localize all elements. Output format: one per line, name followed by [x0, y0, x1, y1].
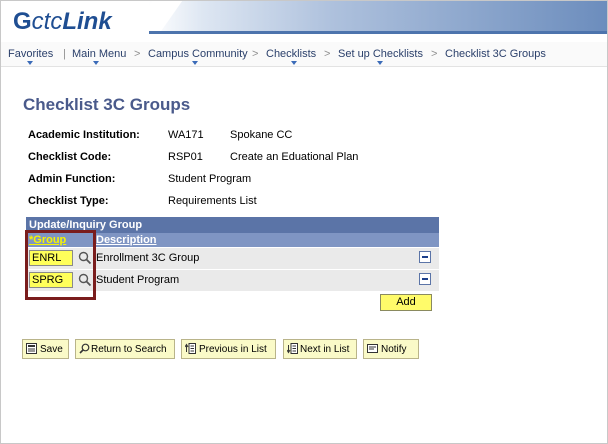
- header: GctcLink: [1, 1, 607, 41]
- nav-favorites[interactable]: Favorites: [8, 48, 53, 60]
- main-menu-dropdown-icon[interactable]: [93, 61, 99, 65]
- group-description: Enrollment 3C Group: [96, 252, 200, 264]
- ctclink-logo: GctcLink: [13, 8, 112, 36]
- page-title: Checklist 3C Groups: [23, 95, 191, 114]
- nav-checklists[interactable]: Checklists: [266, 48, 316, 60]
- return-to-search-label: Return to Search: [91, 344, 167, 355]
- save-icon: [26, 343, 37, 354]
- nav-separator: >: [324, 48, 331, 60]
- nav-set-up-checklists[interactable]: Set up Checklists: [338, 48, 423, 60]
- return-to-search-button[interactable]: Return to Search: [75, 339, 175, 359]
- nav-campus-community[interactable]: Campus Community: [148, 48, 248, 60]
- group-description: Student Program: [96, 274, 180, 286]
- nav-separator: >: [431, 48, 438, 60]
- checklist-code-label: Checklist Code:: [28, 151, 112, 163]
- nav-separator: >: [134, 48, 141, 60]
- app-window: GctcLink Favorites | Main Menu > Campus …: [0, 0, 608, 444]
- campus-community-dropdown-icon[interactable]: [192, 61, 198, 65]
- notify-icon: [367, 344, 378, 353]
- header-banner: [149, 1, 607, 33]
- delete-row-icon[interactable]: [419, 273, 431, 285]
- column-description-header[interactable]: Description: [96, 234, 157, 246]
- notify-button[interactable]: Notify: [363, 339, 419, 359]
- save-label: Save: [40, 344, 63, 355]
- admin-function-label: Admin Function:: [28, 173, 116, 185]
- header-stripe: [149, 31, 607, 34]
- save-button[interactable]: Save: [22, 339, 69, 359]
- callout-highlight: [25, 230, 96, 300]
- breadcrumb: Favorites | Main Menu > Campus Community…: [1, 42, 607, 67]
- set-up-checklists-dropdown-icon[interactable]: [377, 61, 383, 65]
- checklist-code: RSP01: [168, 151, 203, 163]
- next-in-list-label: Next in List: [300, 344, 350, 355]
- nav-main-menu[interactable]: Main Menu: [72, 48, 126, 60]
- checklists-dropdown-icon[interactable]: [291, 61, 297, 65]
- previous-in-list-label: Previous in List: [199, 344, 267, 355]
- next-list-icon: [287, 343, 298, 354]
- institution-label: Academic Institution:: [28, 129, 140, 141]
- logo-prefix: ctc: [31, 8, 63, 35]
- nav-separator: >: [252, 48, 259, 60]
- checklist-type-value: Requirements List: [168, 195, 257, 207]
- admin-function-value: Student Program: [168, 173, 252, 185]
- institution-name: Spokane CC: [230, 129, 293, 141]
- logo-suffix: Link: [62, 8, 112, 35]
- add-button[interactable]: Add: [380, 294, 432, 311]
- institution-code: WA171: [168, 129, 204, 141]
- next-in-list-button[interactable]: Next in List: [283, 339, 357, 359]
- search-icon: [79, 343, 90, 354]
- previous-list-icon: [185, 343, 196, 354]
- nav-divider: |: [63, 48, 66, 60]
- nav-current-page: Checklist 3C Groups: [445, 48, 546, 60]
- favorites-dropdown-icon[interactable]: [27, 61, 33, 65]
- checklist-type-label: Checklist Type:: [28, 195, 109, 207]
- delete-row-icon[interactable]: [419, 251, 431, 263]
- notify-label: Notify: [381, 344, 407, 355]
- checklist-code-description: Create an Eduational Plan: [230, 151, 359, 163]
- logo-glyph: G: [13, 8, 32, 35]
- previous-in-list-button[interactable]: Previous in List: [181, 339, 276, 359]
